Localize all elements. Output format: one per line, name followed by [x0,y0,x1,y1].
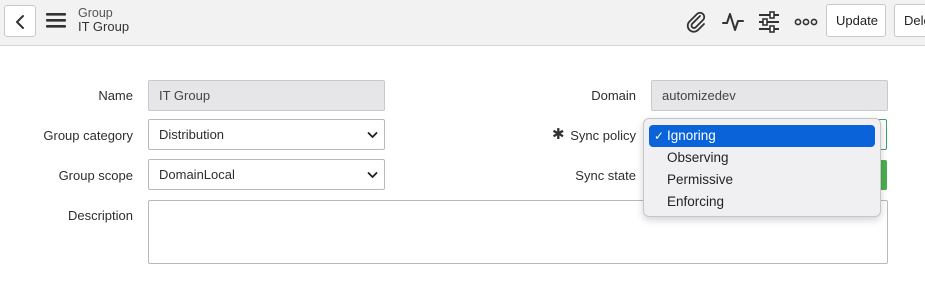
sync-state-label: Sync state [575,168,636,183]
hamburger-menu-icon[interactable] [45,11,67,29]
paperclip-icon[interactable] [684,10,708,34]
checkmark-icon: ✓ [654,129,665,143]
form-header: Group IT Group Update Delete [0,0,925,46]
record-name: IT Group [78,19,130,34]
chevron-down-icon [367,172,378,178]
option-label: Observing [667,150,729,165]
chevron-down-icon [367,132,378,138]
back-button[interactable] [4,5,36,37]
group-scope-select[interactable]: DomainLocal [148,159,385,190]
group-category-value: Distribution [159,127,225,142]
update-button[interactable]: Update [826,4,886,37]
sync-policy-label: Sync policy [570,128,636,143]
description-label: Description [67,208,133,223]
more-icon[interactable] [794,10,818,34]
sync-policy-dropdown: ✓ Ignoring Observing Permissive Enforcin… [643,118,881,217]
group-scope-value: DomainLocal [159,167,235,182]
sync-policy-option-permissive[interactable]: Permissive [649,169,875,191]
group-category-label: Group category [43,128,133,143]
sync-policy-option-ignoring[interactable]: ✓ Ignoring [649,125,875,147]
chevron-left-icon [16,15,24,29]
name-label: Name [98,88,133,103]
record-title: Group IT Group [78,6,129,34]
sync-policy-option-observing[interactable]: Observing [649,147,875,169]
activity-icon[interactable] [721,10,745,34]
name-field[interactable]: IT Group [148,80,385,111]
domain-label: Domain [591,88,636,103]
option-label: Permissive [667,172,734,187]
sliders-icon[interactable] [757,10,781,34]
group-scope-label: Group scope [58,168,133,183]
domain-field[interactable]: automizedev [651,80,888,111]
record-type: Group [78,6,113,20]
group-category-select[interactable]: Distribution [148,119,385,150]
delete-button[interactable]: Delete [894,4,925,37]
sync-policy-option-enforcing[interactable]: Enforcing [649,191,875,213]
option-label: Ignoring [667,128,716,143]
option-label: Enforcing [667,194,725,209]
